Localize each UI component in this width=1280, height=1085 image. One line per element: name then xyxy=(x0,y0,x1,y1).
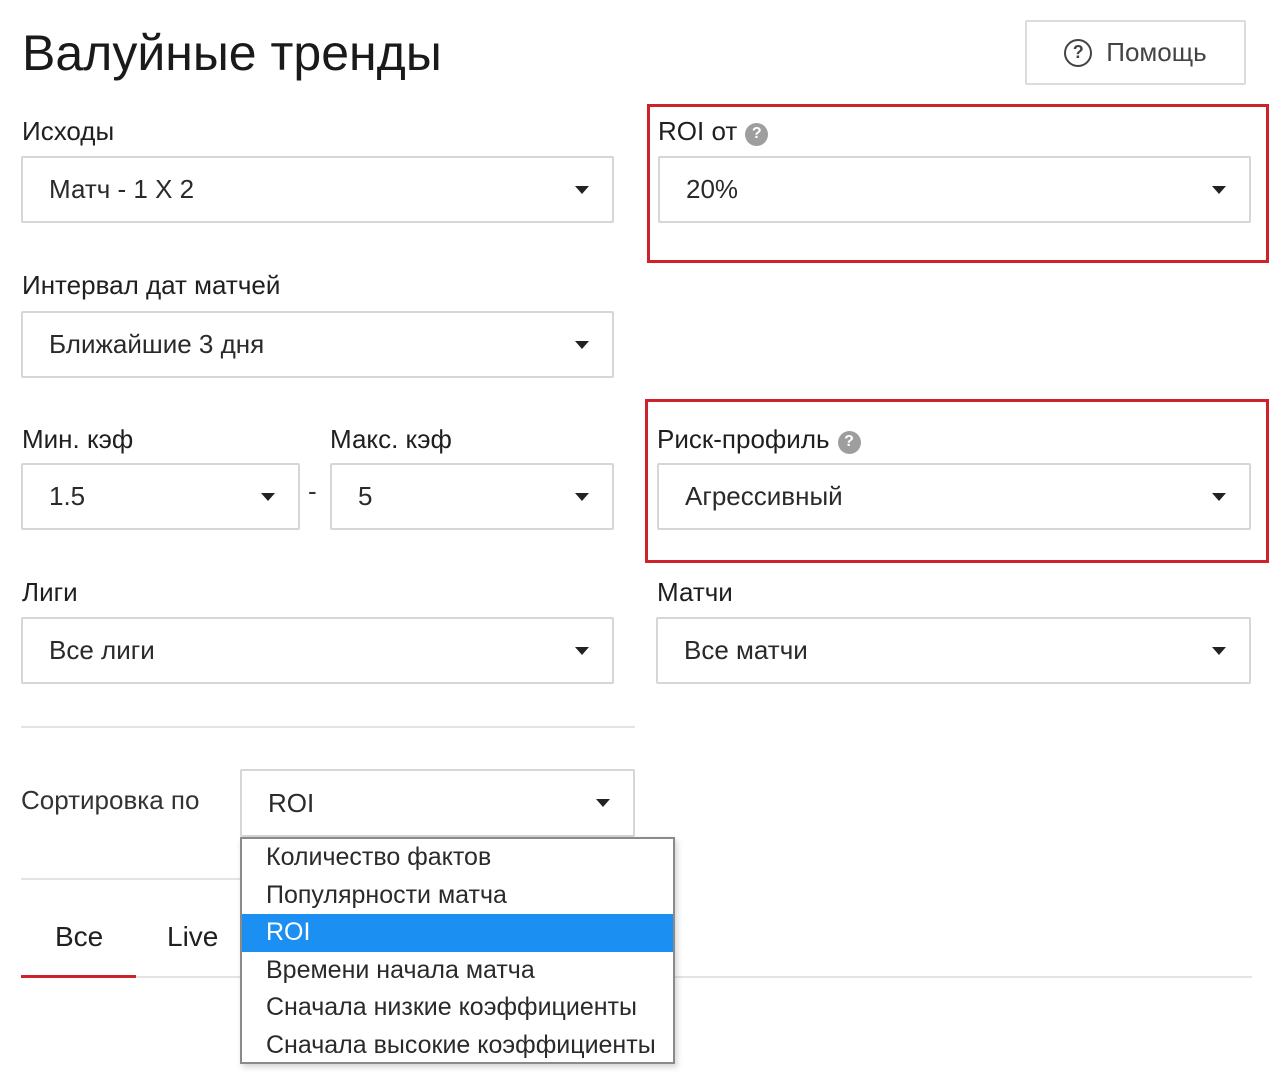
matches-label: Матчи xyxy=(657,577,733,607)
roi-from-value: 20% xyxy=(686,174,739,204)
chevron-down-icon xyxy=(575,646,589,655)
question-icon[interactable]: ? xyxy=(745,122,769,146)
chevron-down-icon xyxy=(1212,646,1226,655)
leagues-select[interactable]: Все лиги xyxy=(21,617,614,684)
chevron-down-icon xyxy=(1212,185,1226,194)
risk-profile-label: Риск-профиль? xyxy=(657,422,861,456)
chevron-down-icon xyxy=(575,492,589,501)
max-odds-value: 5 xyxy=(358,481,373,511)
matches-select[interactable]: Все матчи xyxy=(656,617,1251,684)
leagues-value: Все лиги xyxy=(49,635,155,665)
chevron-down-icon xyxy=(261,492,275,501)
chevron-down-icon xyxy=(575,340,589,349)
tab-active-indicator xyxy=(21,975,136,978)
sort-option[interactable]: Популярности матча xyxy=(242,877,673,915)
roi-from-label-text: ROI от xyxy=(658,116,738,146)
risk-profile-label-text: Риск-профиль xyxy=(657,424,830,454)
max-odds-label: Макс. кэф xyxy=(330,424,452,454)
tab-all[interactable]: Все xyxy=(55,921,103,953)
chevron-down-icon xyxy=(596,799,610,807)
date-range-value: Ближайшие 3 дня xyxy=(49,329,265,359)
outcomes-label: Исходы xyxy=(22,116,115,146)
question-icon[interactable]: ? xyxy=(837,430,861,454)
chevron-down-icon xyxy=(1212,492,1226,501)
sort-select[interactable]: ROI xyxy=(240,769,635,837)
sort-option[interactable]: Сначала низкие коэффициенты xyxy=(242,989,673,1027)
filters-divider xyxy=(21,726,635,728)
min-odds-label: Мин. кэф xyxy=(22,424,134,454)
roi-from-select[interactable]: 20% xyxy=(658,156,1251,223)
risk-profile-value: Агрессивный xyxy=(685,481,843,511)
outcomes-value: Матч - 1 X 2 xyxy=(49,174,195,204)
tabs-top-divider xyxy=(21,878,242,880)
leagues-label: Лиги xyxy=(22,577,78,607)
min-odds-select[interactable]: 1.5 xyxy=(21,463,300,530)
sort-option[interactable]: Сначала высокие коэффициенты xyxy=(242,1027,673,1065)
sort-option-selected[interactable]: ROI xyxy=(242,914,673,952)
outcomes-select[interactable]: Матч - 1 X 2 xyxy=(21,156,614,223)
risk-profile-select[interactable]: Агрессивный xyxy=(657,463,1251,530)
sort-value: ROI xyxy=(268,787,315,818)
range-separator: - xyxy=(308,476,317,506)
help-button-label: Помощь xyxy=(1106,37,1207,67)
max-odds-select[interactable]: 5 xyxy=(330,463,614,530)
sort-option[interactable]: Количество фактов xyxy=(242,839,673,877)
matches-value: Все матчи xyxy=(684,635,808,665)
min-odds-value: 1.5 xyxy=(49,481,86,511)
help-icon: ? xyxy=(1064,38,1093,67)
page-title: Валуйные тренды xyxy=(22,25,442,81)
chevron-down-icon xyxy=(575,185,589,194)
sort-option[interactable]: Времени начала матча xyxy=(242,952,673,990)
roi-from-label: ROI от? xyxy=(658,114,769,148)
date-range-select[interactable]: Ближайшие 3 дня xyxy=(21,311,614,378)
date-range-label: Интервал дат матчей xyxy=(22,270,281,300)
tab-live[interactable]: Live xyxy=(167,921,218,953)
help-button[interactable]: ? Помощь xyxy=(1025,20,1246,85)
sort-label: Сортировка по xyxy=(21,785,200,815)
sort-options-list: Количество фактов Популярности матча ROI… xyxy=(240,837,675,1064)
